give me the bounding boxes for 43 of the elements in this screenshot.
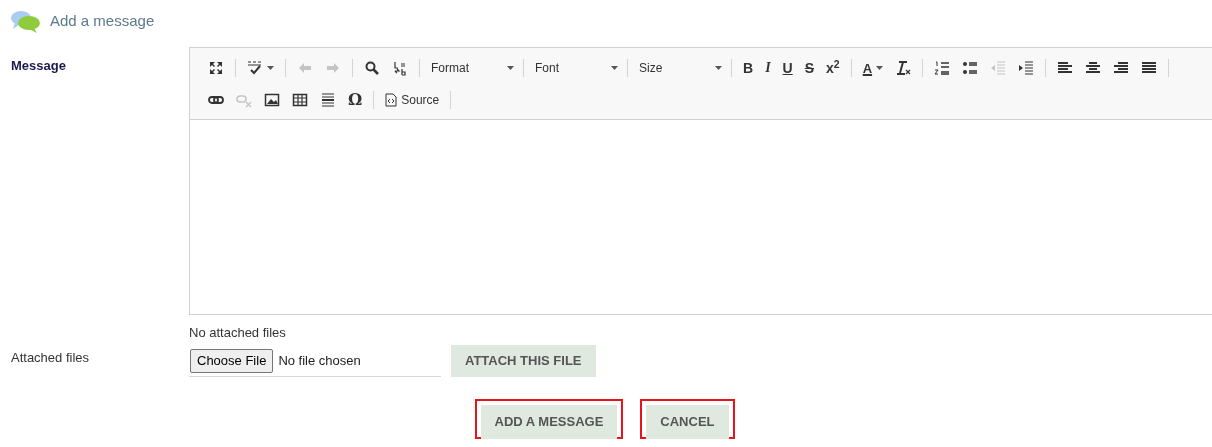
- caret-icon[interactable]: [715, 66, 722, 70]
- numbered-list-icon[interactable]: [934, 60, 951, 76]
- dropdown-label[interactable]: Format: [431, 59, 469, 77]
- align-left-icon[interactable]: [1057, 60, 1074, 76]
- document-icon[interactable]: [385, 93, 398, 107]
- image-icon[interactable]: [264, 92, 280, 108]
- align-center-icon[interactable]: [1085, 60, 1102, 76]
- strikethrough-button[interactable]: S: [804, 61, 815, 75]
- replace-icon[interactable]: [392, 60, 408, 76]
- align-right-icon[interactable]: [1113, 60, 1130, 76]
- file-input[interactable]: Choose File No file chosen: [189, 346, 441, 377]
- speech-bubbles-icon: [10, 9, 42, 33]
- field-label: Attached files: [11, 350, 90, 365]
- caret-icon[interactable]: [507, 66, 514, 70]
- choose-file-button[interactable]: Choose File: [190, 349, 274, 373]
- justify-icon[interactable]: [1141, 60, 1158, 76]
- horizontal-rule-icon[interactable]: [320, 92, 336, 108]
- clear-format-icon[interactable]: [895, 60, 912, 76]
- source-button[interactable]: Source: [401, 91, 440, 109]
- file-status: No file chosen: [278, 352, 361, 371]
- action-button[interactable]: CANCEL: [646, 405, 729, 439]
- special-character-button[interactable]: Ω: [348, 92, 363, 108]
- bullet-list-icon[interactable]: [962, 60, 979, 76]
- text-color-button[interactable]: A: [862, 61, 873, 75]
- caret-icon[interactable]: [611, 66, 618, 70]
- dropdown-label[interactable]: Font: [535, 59, 559, 77]
- caret-icon[interactable]: [876, 66, 884, 70]
- attachment-status: No attached files: [189, 325, 287, 341]
- dropdown-label[interactable]: Size: [639, 59, 663, 77]
- superscript-button[interactable]: x$^{2}$: [826, 61, 840, 75]
- indent-icon[interactable]: [1018, 60, 1035, 76]
- page-title: Add a message: [50, 10, 155, 31]
- bold-button[interactable]: B: [743, 61, 754, 75]
- search-icon[interactable]: [364, 60, 380, 76]
- field-label: Message: [11, 58, 66, 73]
- caret-icon[interactable]: [267, 66, 274, 70]
- action-button[interactable]: ADD A MESSAGE: [480, 405, 618, 439]
- italic-button[interactable]: I: [765, 61, 771, 75]
- underline-button[interactable]: U: [782, 61, 793, 75]
- attach-file-button[interactable]: ATTACH THIS FILE: [451, 345, 596, 377]
- spellcheck-icon[interactable]: [247, 60, 263, 76]
- maximize-icon[interactable]: [208, 60, 224, 76]
- table-icon[interactable]: [292, 92, 308, 108]
